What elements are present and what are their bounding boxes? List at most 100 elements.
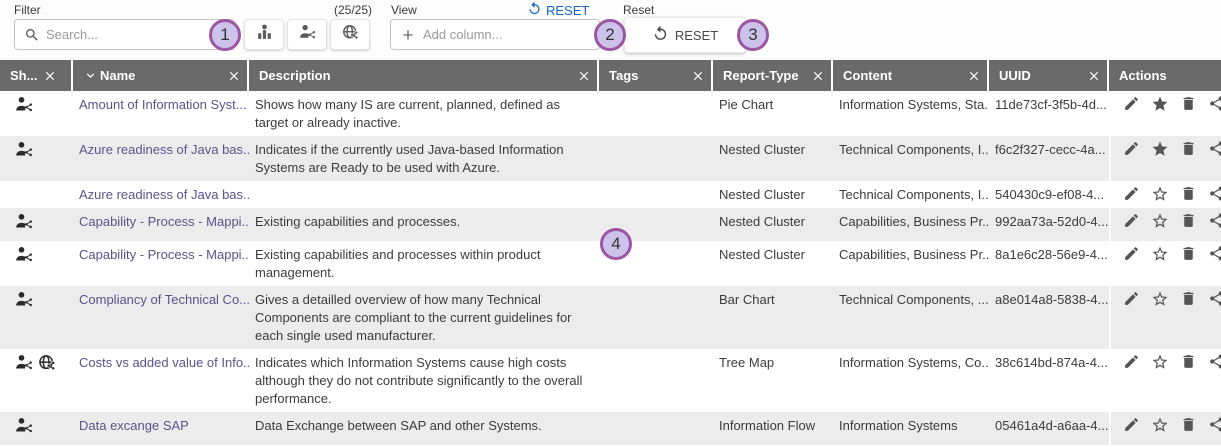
column-header-name[interactable]: Name	[73, 60, 249, 91]
share-icon[interactable]	[1208, 212, 1221, 229]
edit-icon[interactable]	[1123, 140, 1140, 157]
filter-person-share-button[interactable]	[287, 19, 327, 50]
favorite-icon[interactable]	[1151, 212, 1169, 230]
edit-icon[interactable]	[1123, 185, 1140, 202]
report-description: Data Exchange between SAP and other Syst…	[249, 412, 599, 445]
remove-column-icon[interactable]	[691, 69, 705, 83]
report-name-link[interactable]: Costs vs added value of Info...	[73, 349, 249, 412]
report-name-link[interactable]: Azure readiness of Java bas...	[73, 181, 249, 208]
report-description: Indicates which Information Systems caus…	[249, 349, 599, 412]
report-uuid: 540430c9-ef08-4...	[989, 181, 1109, 208]
share-icon[interactable]	[1208, 353, 1221, 370]
report-content: Technical Components, I...	[833, 181, 989, 208]
plus-icon	[400, 27, 416, 43]
shared-status-cell	[0, 286, 73, 349]
share-icon[interactable]	[1208, 290, 1221, 307]
report-uuid: 05461a4d-a6aa-4...	[989, 412, 1109, 445]
table-row[interactable]: Compliancy of Technical Co...Gives a det…	[0, 286, 1221, 349]
report-uuid: f6c2f327-cecc-4a...	[989, 136, 1109, 181]
report-tags	[599, 181, 713, 208]
share-icon[interactable]	[1208, 95, 1221, 112]
favorite-icon[interactable]	[1151, 290, 1169, 308]
add-column-dropdown[interactable]	[390, 19, 600, 50]
edit-icon[interactable]	[1123, 353, 1140, 370]
org-chart-icon	[255, 23, 274, 47]
remove-column-icon[interactable]	[967, 69, 981, 83]
share-icon[interactable]	[1208, 140, 1221, 157]
remove-column-icon[interactable]	[43, 69, 57, 83]
table-row[interactable]: Azure readiness of Java bas...Nested Clu…	[0, 181, 1221, 208]
report-name-link[interactable]: Compliancy of Technical Co...	[73, 286, 249, 349]
table-body: Amount of Information Syst...Shows how m…	[0, 91, 1221, 447]
favorite-icon[interactable]	[1151, 185, 1169, 203]
search-box	[14, 19, 235, 50]
share-icon[interactable]	[1208, 185, 1221, 202]
filter-org-chart-button[interactable]	[244, 19, 284, 50]
delete-icon[interactable]	[1180, 212, 1197, 229]
remove-column-icon[interactable]	[227, 69, 241, 83]
edit-icon[interactable]	[1123, 416, 1140, 433]
report-name-link[interactable]: Capability - Process - Mappi...	[73, 208, 249, 241]
delete-icon[interactable]	[1180, 140, 1197, 157]
column-header-label: Tags	[609, 68, 638, 83]
row-actions	[1109, 412, 1221, 445]
favorite-icon[interactable]	[1151, 140, 1169, 158]
report-name-link[interactable]: Capability - Process - Mappi...	[73, 241, 249, 286]
table-row[interactable]: Azure readiness of Java bas...Indicates …	[0, 136, 1221, 181]
row-actions	[1109, 91, 1221, 136]
delete-icon[interactable]	[1180, 245, 1197, 262]
globe-share-icon	[37, 353, 57, 378]
favorite-icon[interactable]	[1151, 353, 1169, 371]
sort-descending-icon[interactable]	[83, 68, 98, 83]
person-share-icon	[14, 353, 34, 378]
delete-icon[interactable]	[1180, 353, 1197, 370]
favorite-icon[interactable]	[1151, 95, 1169, 113]
view-reset-link[interactable]: RESET	[527, 1, 589, 19]
edit-icon[interactable]	[1123, 212, 1140, 229]
favorite-icon[interactable]	[1151, 416, 1169, 434]
column-header-actions[interactable]: Actions	[1109, 60, 1221, 91]
delete-icon[interactable]	[1180, 416, 1197, 433]
remove-column-icon[interactable]	[577, 69, 591, 83]
delete-icon[interactable]	[1180, 185, 1197, 202]
report-name-link[interactable]: Data excange SAP	[73, 412, 249, 445]
remove-column-icon[interactable]	[811, 69, 825, 83]
person-share-icon	[14, 140, 34, 165]
edit-icon[interactable]	[1123, 245, 1140, 262]
report-content: Technical Components, I...	[833, 136, 989, 181]
share-icon[interactable]	[1208, 245, 1221, 262]
add-column-input[interactable]	[423, 27, 599, 42]
edit-icon[interactable]	[1123, 290, 1140, 307]
column-header-uuid[interactable]: UUID	[989, 60, 1109, 91]
search-input[interactable]	[46, 27, 234, 42]
filter-globe-share-button[interactable]	[330, 19, 370, 50]
annotation-circle-1: 1	[209, 19, 241, 51]
reset-button[interactable]: RESET	[624, 17, 746, 53]
favorite-icon[interactable]	[1151, 245, 1169, 263]
share-icon[interactable]	[1208, 416, 1221, 433]
report-name-link[interactable]: Azure readiness of Java bas...	[73, 136, 249, 181]
view-section-label: View	[391, 3, 417, 17]
column-header-label: Name	[100, 68, 135, 83]
column-header-desc[interactable]: Description	[249, 60, 599, 91]
table-row[interactable]: Amount of Information Syst...Shows how m…	[0, 91, 1221, 136]
table-row[interactable]: Data excange SAPData Exchange between SA…	[0, 412, 1221, 445]
delete-icon[interactable]	[1180, 290, 1197, 307]
column-header-type[interactable]: Report-Type	[713, 60, 833, 91]
reset-button-label: RESET	[675, 28, 718, 43]
column-header-content[interactable]: Content	[833, 60, 989, 91]
delete-icon[interactable]	[1180, 95, 1197, 112]
column-header-tags[interactable]: Tags	[599, 60, 713, 91]
report-description: Indicates if the currently used Java-bas…	[249, 136, 599, 181]
shared-status-cell	[0, 241, 73, 286]
table-row[interactable]: Costs vs added value of Info...Indicates…	[0, 349, 1221, 412]
report-type: Bar Chart	[713, 286, 833, 349]
person-share-icon	[14, 95, 34, 120]
column-header-sh[interactable]: Sh...	[0, 60, 73, 91]
report-tags	[599, 349, 713, 412]
edit-icon[interactable]	[1123, 95, 1140, 112]
annotation-circle-4: 4	[600, 228, 632, 260]
remove-column-icon[interactable]	[1087, 69, 1101, 83]
report-tags	[599, 286, 713, 349]
report-name-link[interactable]: Amount of Information Syst...	[73, 91, 249, 136]
